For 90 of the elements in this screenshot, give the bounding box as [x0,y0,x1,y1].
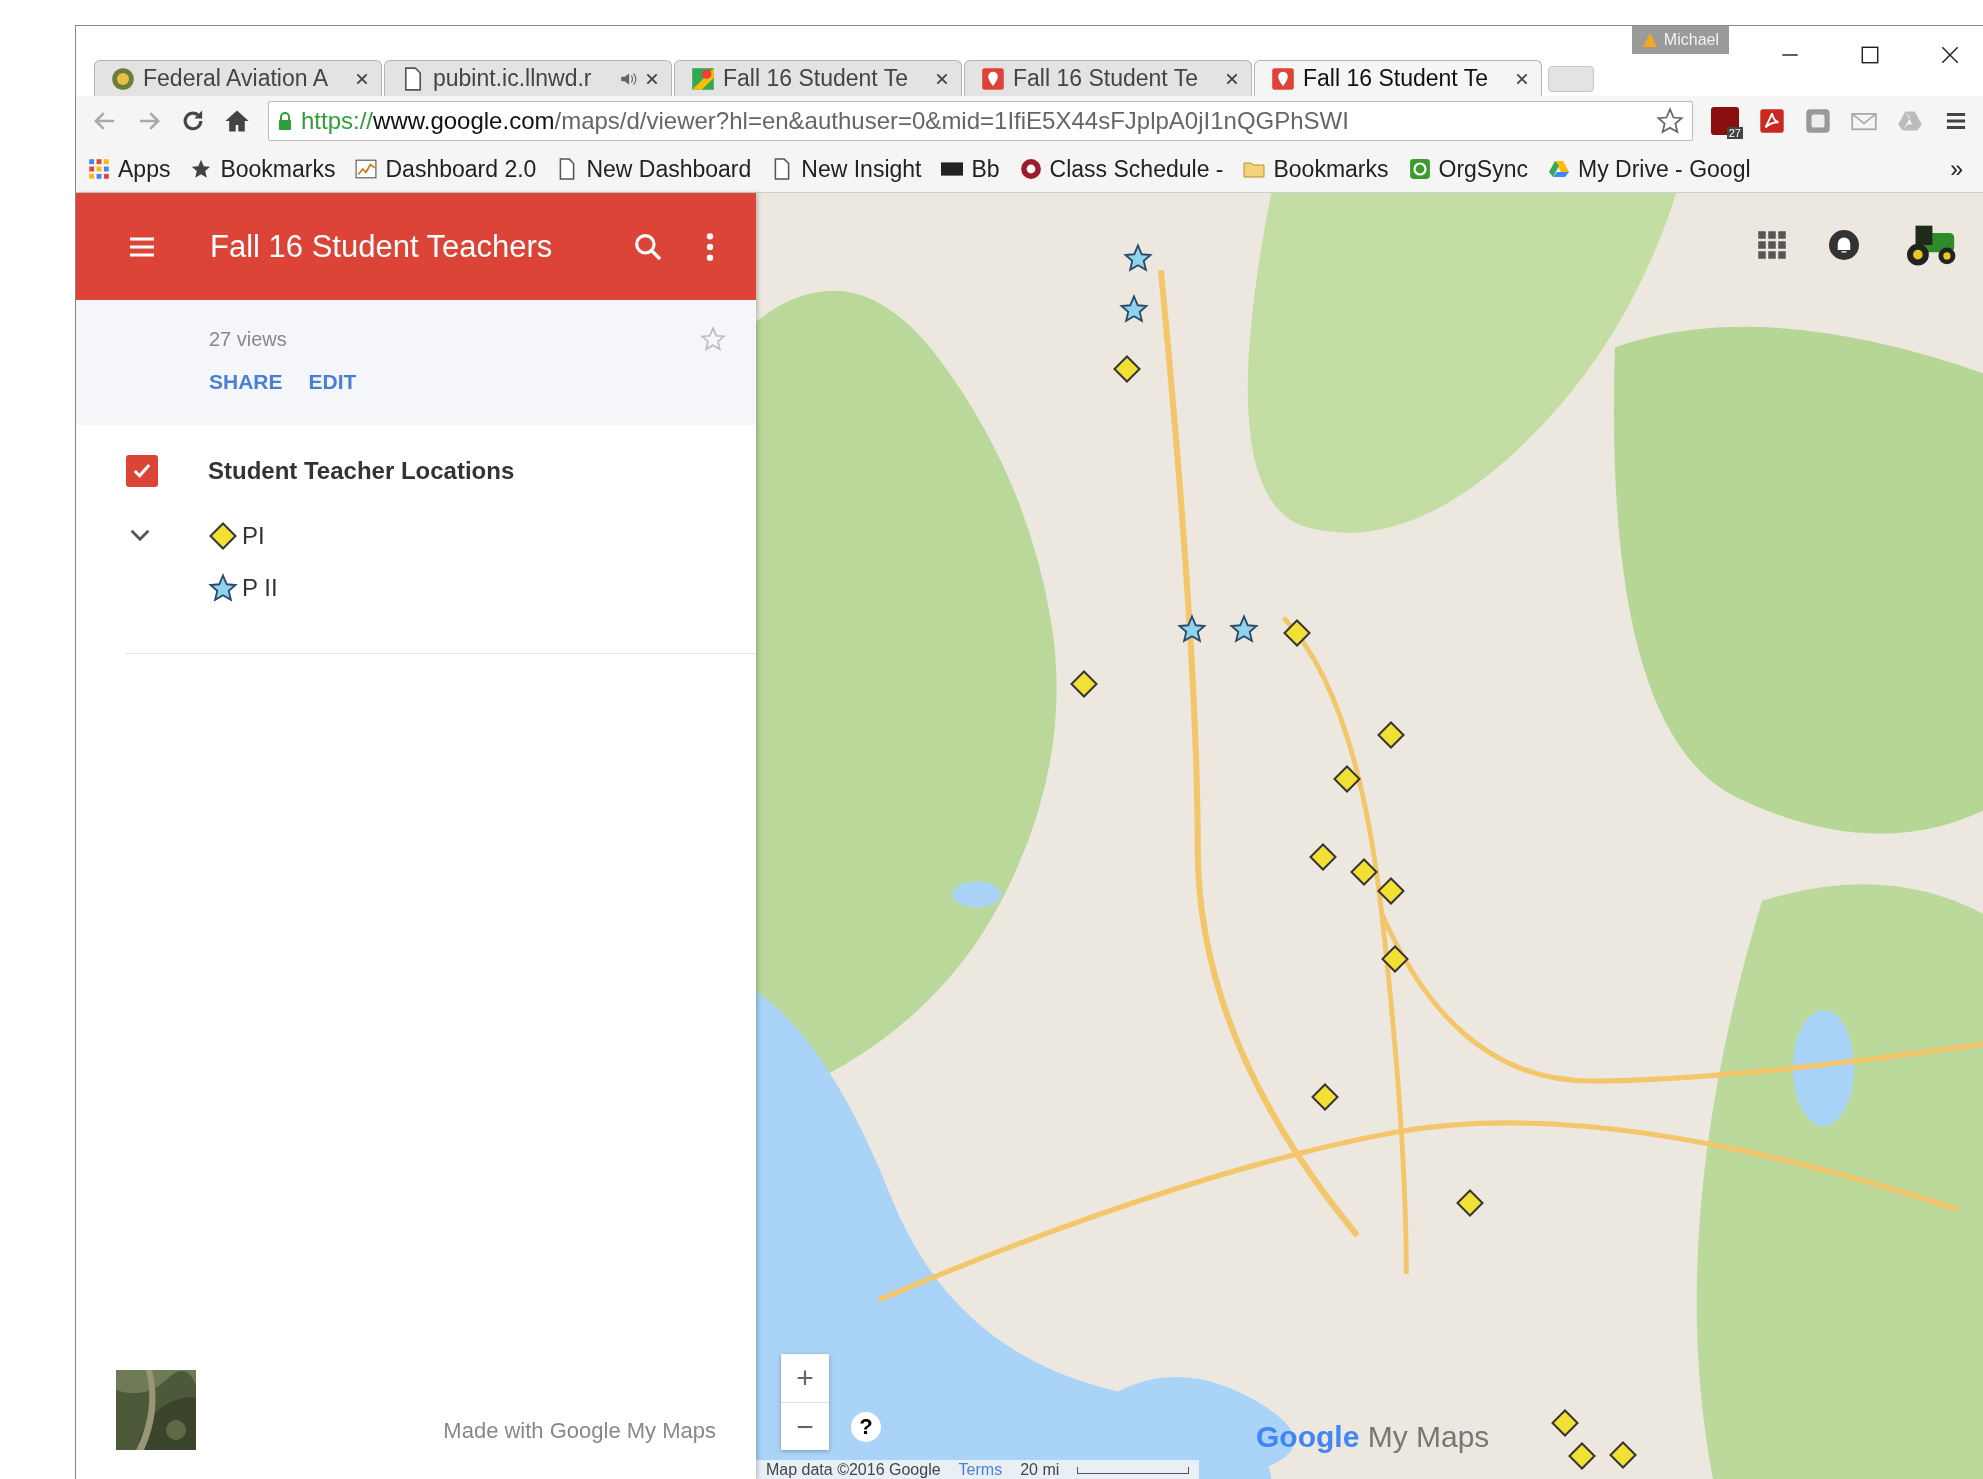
browser-tab[interactable]: Fall 16 Student Te [964,60,1252,96]
diamond-marker-icon[interactable] [1349,857,1380,888]
tab-title: Fall 16 Student Te [1303,65,1489,92]
diamond-marker-icon[interactable] [1069,668,1100,699]
star-marker-icon[interactable] [1122,242,1153,273]
square-icon[interactable] [1805,108,1831,134]
close-icon[interactable] [1515,71,1529,86]
close-icon[interactable] [935,71,949,86]
action-link[interactable]: SHARE [209,370,283,394]
diamond-marker-icon[interactable] [1376,719,1407,750]
bookmark-label: Bookmarks [1273,155,1389,183]
bookmark-label: Apps [118,155,171,183]
apps-grid-icon [88,158,110,180]
diamond-marker-icon[interactable] [1307,841,1338,872]
triangle-icon [1548,158,1570,180]
layer-checkbox[interactable] [126,455,158,487]
bookmark[interactable]: Bookmarks [1243,155,1389,183]
map-icon [691,66,715,91]
star-marker-icon[interactable] [1118,293,1149,324]
diamond-marker-icon[interactable] [1112,353,1143,384]
address-bar[interactable]: https://www.google.com/maps/d/viewer?hl=en&authuser=0&mid=1IfiE5X44sFJplpA0jI1nQGPhSWI [268,101,1693,141]
diamond-marker-icon[interactable] [1310,1082,1341,1113]
bookmark-label: Bb [971,155,1000,183]
bookmark[interactable]: Bookmarks [190,155,336,183]
browser-tab[interactable]: pubint.ic.llnwd.r [384,60,672,96]
diamond-icon [208,521,238,551]
diamond-marker-icon[interactable] [1282,618,1313,648]
warning-icon [1641,32,1658,48]
bookmark-label: Dashboard 2.0 [385,155,537,183]
notification-bell-icon[interactable] [1829,230,1859,260]
tab-title: Federal Aviation A [143,65,329,92]
bookmark[interactable]: Dashboard 2.0 [355,155,537,183]
globe-icon [111,66,135,91]
pdf-icon[interactable] [1759,108,1785,134]
tab-title: pubint.ic.llnwd.r [433,65,593,92]
star-marker-icon[interactable] [1229,614,1259,645]
maximize-icon[interactable] [1859,44,1881,66]
scale-label: 20 mi [1020,1461,1060,1479]
bookmark[interactable]: New Dashboard [556,155,752,183]
action-link[interactable]: EDIT [308,370,357,394]
pin-icon [1271,66,1295,91]
close-icon[interactable] [355,71,369,86]
view-count: 27 views [209,327,287,351]
star-marker-icon[interactable] [1177,614,1208,645]
lock-icon [277,111,293,131]
tab-title: Fall 16 Student Te [723,65,909,92]
chart-icon [355,158,378,180]
diamond-marker-icon[interactable] [1549,1407,1580,1438]
bookmark[interactable]: New Insight [771,155,922,183]
diamond-marker-icon[interactable] [1331,764,1362,795]
tab-title: Fall 16 Student Te [1013,65,1199,92]
bookmark-label: Bookmarks [220,155,336,183]
more-bookmarks-button[interactable]: » [1950,155,1971,183]
bookmark[interactable]: Bb [941,155,1000,183]
star-icon[interactable] [700,326,726,352]
close-icon[interactable] [1225,71,1239,86]
home-icon[interactable] [224,108,250,134]
url-text: https://www.google.com/maps/d/viewer?hl=en&authuser=0&mid=1IfiE5X44sFJplpA0jI1nQGPhSWI [301,107,1350,135]
close-icon[interactable] [1939,44,1961,66]
attribution-text: Map data ©2016 Google [766,1461,941,1479]
diamond-marker-icon[interactable] [1567,1440,1598,1471]
diamond-marker-icon[interactable] [1379,943,1410,974]
apps-grid-icon[interactable] [1757,230,1787,260]
map-title: Fall 16 Student Teachers [210,228,554,265]
bookmark-label: OrgSync [1438,155,1528,183]
diamond-marker-icon[interactable] [1608,1439,1638,1470]
legend-item[interactable]: P II [208,573,278,603]
circle-icon [1019,158,1042,180]
diamond-marker-icon[interactable] [1454,1187,1485,1218]
profile-name: Michael [1663,31,1719,49]
credit-text: Made with Google My Maps [443,1418,716,1445]
bookmark[interactable]: OrgSync [1408,155,1528,183]
layer-name: Student Teacher Locations [208,457,515,485]
browser-tab[interactable]: Federal Aviation A [94,60,382,96]
logo: Google My Maps [1256,1420,1490,1454]
bookmark-label: New Insight [801,155,922,183]
zoom-in-button[interactable]: + [781,1354,829,1402]
zoom-out-button[interactable]: − [781,1402,829,1450]
legend-item[interactable]: PI [208,521,278,551]
browser-tab[interactable]: Fall 16 Student Te [674,60,962,96]
bookmark-label: New Dashboard [586,155,752,183]
close-icon[interactable] [645,71,659,86]
pin-icon [981,66,1005,91]
ring-logo-icon [1408,158,1431,180]
bookmark[interactable]: Apps [88,155,171,183]
more-options-icon[interactable] [704,230,716,263]
browser-tab[interactable]: Fall 16 Student Te [1254,60,1542,96]
star-icon [208,573,238,603]
diamond-marker-icon[interactable] [1376,876,1407,907]
star-icon[interactable] [1656,107,1684,135]
